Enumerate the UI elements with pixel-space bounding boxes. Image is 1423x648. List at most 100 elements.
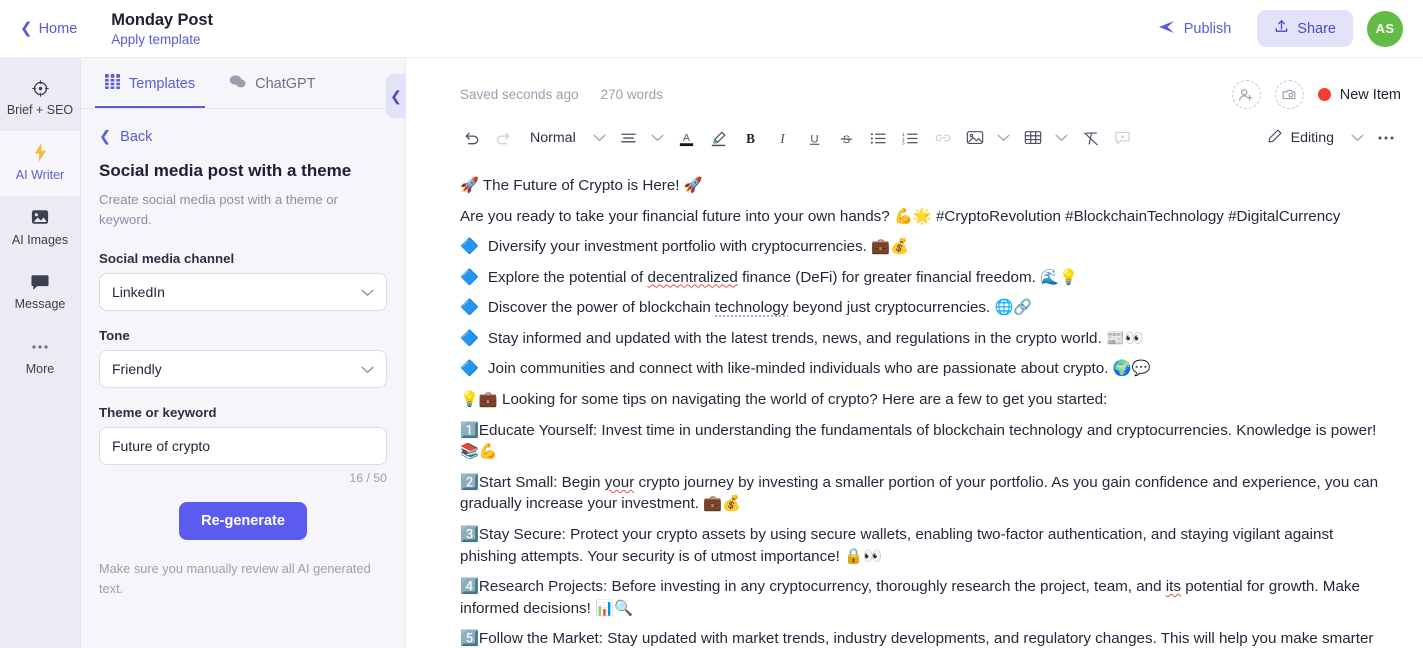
theme-label: Theme or keyword: [99, 404, 217, 420]
field-social-media-channel: Social media channel LinkedIn: [99, 251, 387, 311]
template-description: Create social media post with a theme or…: [99, 192, 338, 228]
avatar[interactable]: AS: [1367, 10, 1403, 47]
undo-icon[interactable]: [456, 123, 486, 153]
doc-step-1-text: Educate Yourself: Invest time in underst…: [460, 421, 1377, 461]
editing-chevron-icon[interactable]: [1345, 123, 1369, 153]
highlight-icon[interactable]: [704, 123, 734, 153]
rail-label-message: Message: [14, 297, 66, 312]
document-title-group: Monday Post Apply template: [111, 11, 213, 47]
table-icon[interactable]: [1018, 123, 1048, 153]
more-options-icon[interactable]: [1371, 123, 1401, 153]
add-collaborator-icon[interactable]: [1231, 80, 1261, 109]
keycap-2-icon: 2️⃣: [460, 473, 479, 491]
publish-label: Publish: [1183, 20, 1232, 37]
status-label: New Item: [1339, 86, 1401, 103]
keycap-3-icon: 3️⃣: [460, 525, 479, 543]
editor-meta-bar: Saved seconds ago 270 words New Item: [406, 58, 1423, 109]
text-post: finance (DeFi) for greater financial fre…: [737, 268, 1078, 286]
image-chevron-icon[interactable]: [992, 123, 1016, 153]
chat-bubble-icon: [31, 272, 49, 292]
bold-icon[interactable]: B: [736, 123, 766, 153]
document-body[interactable]: 🚀 The Future of Crypto is Here! 🚀 Are yo…: [406, 165, 1423, 648]
misspelled-word: your: [604, 473, 635, 491]
share-button[interactable]: Share: [1257, 10, 1353, 47]
doc-tips-intro: 💡💼 Looking for some tips on navigating t…: [460, 391, 1108, 409]
chevron-down-icon: [361, 361, 374, 377]
chat-bubbles-icon: [229, 74, 246, 93]
align-icon[interactable]: [614, 123, 644, 153]
publish-button[interactable]: Publish: [1146, 12, 1244, 46]
template-title: Social media post with a theme: [99, 161, 352, 180]
doc-step-5: 5️⃣Follow the Market: Stay updated with …: [460, 628, 1383, 648]
tab-templates[interactable]: Templates: [95, 58, 206, 108]
text-post: beyond just cryptocurrencies. 🌐🔗: [788, 299, 1033, 317]
paragraph-style-chevron-icon[interactable]: [588, 123, 612, 153]
rail-item-message[interactable]: Message: [0, 260, 80, 325]
italic-icon[interactable]: I: [768, 123, 798, 153]
home-back-link[interactable]: ❮ Home: [12, 15, 85, 43]
blue-diamond-icon: 🔷: [460, 268, 479, 286]
doc-step-4: 4️⃣Research Projects: Before investing i…: [460, 576, 1383, 619]
clear-format-icon[interactable]: [1076, 123, 1106, 153]
text-pre: Explore the potential of: [487, 268, 648, 286]
svg-text:3: 3: [902, 140, 905, 145]
tab-templates-label: Templates: [129, 75, 196, 92]
panel-content: ❮ Back Social media post with a theme Cr…: [81, 109, 405, 599]
add-media-icon[interactable]: [1274, 80, 1304, 109]
image-icon[interactable]: [960, 123, 990, 153]
editor-meta-actions: New Item: [1231, 80, 1401, 109]
doc-bullet-5-text: Join communities and connect with like-m…: [487, 360, 1151, 378]
rail-item-brief-seo[interactable]: Brief + SEO: [0, 66, 80, 131]
doc-intro: Are you ready to take your financial fut…: [460, 207, 1341, 225]
svg-text:U: U: [811, 133, 819, 145]
rail-item-more[interactable]: More: [0, 325, 80, 390]
doc-bullet-4-text: Stay informed and updated with the lates…: [487, 329, 1144, 347]
home-label: Home: [38, 20, 78, 37]
chevron-left-icon: ❮: [390, 87, 402, 104]
align-chevron-icon[interactable]: [646, 123, 670, 153]
doc-bullet-1: 🔷 Diversify your investment portfolio wi…: [460, 236, 1383, 258]
regenerate-button[interactable]: Re-generate: [179, 501, 307, 540]
numbered-list-icon[interactable]: 1 2 3: [896, 123, 926, 153]
grid-icon: [104, 74, 121, 93]
svg-text:I: I: [780, 131, 786, 146]
blue-diamond-icon: 🔷: [460, 329, 479, 347]
ellipsis-icon: [31, 337, 49, 357]
text-color-icon[interactable]: A: [672, 123, 702, 153]
chevron-down-icon: [361, 284, 374, 300]
bullet-list-icon[interactable]: [864, 123, 894, 153]
channel-select[interactable]: LinkedIn: [99, 272, 387, 311]
tab-chatgpt[interactable]: ChatGPT: [219, 58, 325, 108]
doc-bullet-5: 🔷 Join communities and connect with like…: [460, 358, 1383, 380]
tone-label: Tone: [99, 327, 130, 343]
keycap-4-icon: 4️⃣: [460, 578, 479, 596]
template-panel: Templates ChatGPT ❮ Back Social media po…: [81, 58, 406, 648]
collapse-panel-button[interactable]: ❮: [386, 74, 406, 118]
theme-input[interactable]: [99, 426, 387, 465]
save-status: Saved seconds ago: [460, 87, 579, 102]
paragraph-style-dropdown[interactable]: Normal: [520, 123, 586, 153]
misspelled-word: decentralized: [647, 268, 738, 286]
panel-tabs: Templates ChatGPT: [81, 58, 405, 109]
rail-label-brief-seo: Brief + SEO: [6, 103, 74, 117]
link-icon[interactable]: [928, 123, 958, 153]
back-link[interactable]: ❮ Back: [99, 129, 387, 145]
underline-icon[interactable]: U: [800, 123, 830, 153]
back-label: Back: [120, 129, 153, 145]
comment-icon[interactable]: [1108, 123, 1138, 153]
tone-select[interactable]: Friendly: [99, 349, 387, 388]
editing-mode-button[interactable]: Editing: [1258, 123, 1343, 153]
doc-step-3: 3️⃣Stay Secure: Protect your crypto asse…: [460, 524, 1383, 567]
status-badge[interactable]: New Item: [1317, 86, 1401, 103]
rail-item-ai-images[interactable]: AI Images: [0, 196, 80, 261]
apply-template-link[interactable]: Apply template: [111, 32, 213, 47]
tab-chatgpt-label: ChatGPT: [255, 75, 316, 92]
doc-step-3-text: Stay Secure: Protect your crypto assets …: [460, 525, 1334, 565]
redo-icon[interactable]: [488, 123, 518, 153]
rail-item-ai-writer[interactable]: AI Writer: [0, 130, 80, 196]
table-chevron-icon[interactable]: [1050, 123, 1074, 153]
share-label: Share: [1297, 20, 1336, 37]
strikethrough-icon[interactable]: S: [832, 123, 862, 153]
image-icon: [31, 208, 49, 228]
editor-area: Saved seconds ago 270 words New Item Nor…: [406, 58, 1423, 648]
